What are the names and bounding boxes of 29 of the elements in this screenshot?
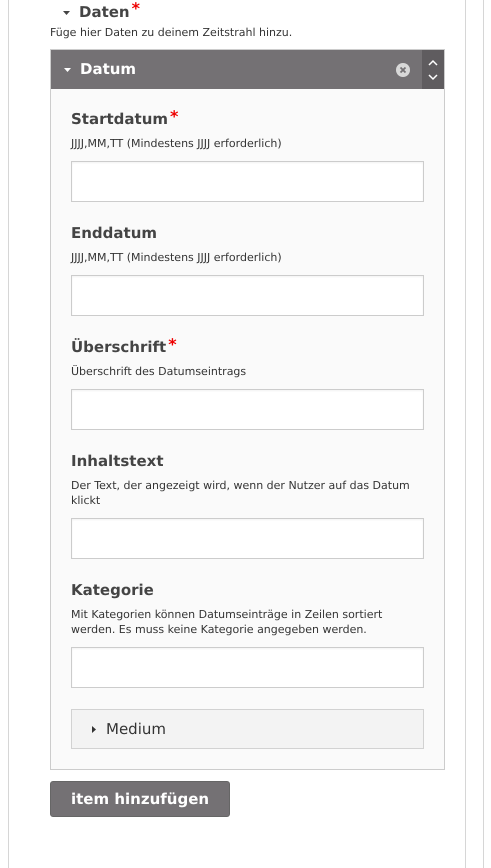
field-label: Enddatum [71,223,158,243]
input-field[interactable] [71,647,424,688]
required-asterisk: * [168,337,177,353]
required-asterisk: * [170,109,178,125]
field-description: JJJJ,MM,TT (Mindestens JJJJ erforderlich) [71,250,283,265]
field-label: Startdatum [71,109,168,129]
field-description: Der Text, der angezeigt wird, wenn der Nutzer auf das Datum klickt [71,478,411,508]
field-description: Mit Kategorien können Datumseinträge in Zeilen sortiert werden. Es muss keine Kategorie angegeben werden. [71,607,384,637]
collapsible-group[interactable]: Medium [71,709,424,749]
field-label: Inhaltstext [71,451,164,471]
move-up-icon[interactable] [428,58,438,66]
caret-down-icon[interactable] [63,65,72,74]
field-description: Überschrift des Datumseintrags [71,364,248,379]
input-field[interactable] [71,518,424,559]
item-title[interactable]: Datum [80,58,136,81]
required-asterisk: * [132,1,140,17]
field-label: Kategorie [71,580,154,600]
input-field[interactable] [71,161,424,202]
field-description: JJJJ,MM,TT (Mindestens JJJJ erforderlich) [71,136,283,151]
remove-icon[interactable] [396,62,410,76]
caret-right-icon[interactable] [89,724,98,734]
item-header[interactable]: Datum [51,50,444,89]
field-label: Überschrift [71,337,166,357]
move-down-icon[interactable] [428,72,438,80]
input-field[interactable] [71,389,424,430]
input-field[interactable] [71,275,424,316]
add-item-button[interactable]: item hinzufügen [50,781,230,817]
section-title[interactable]: Daten [79,1,130,23]
section-description: Füge hier Daten zu deinem Zeitstrahl hinzu. [50,25,294,40]
